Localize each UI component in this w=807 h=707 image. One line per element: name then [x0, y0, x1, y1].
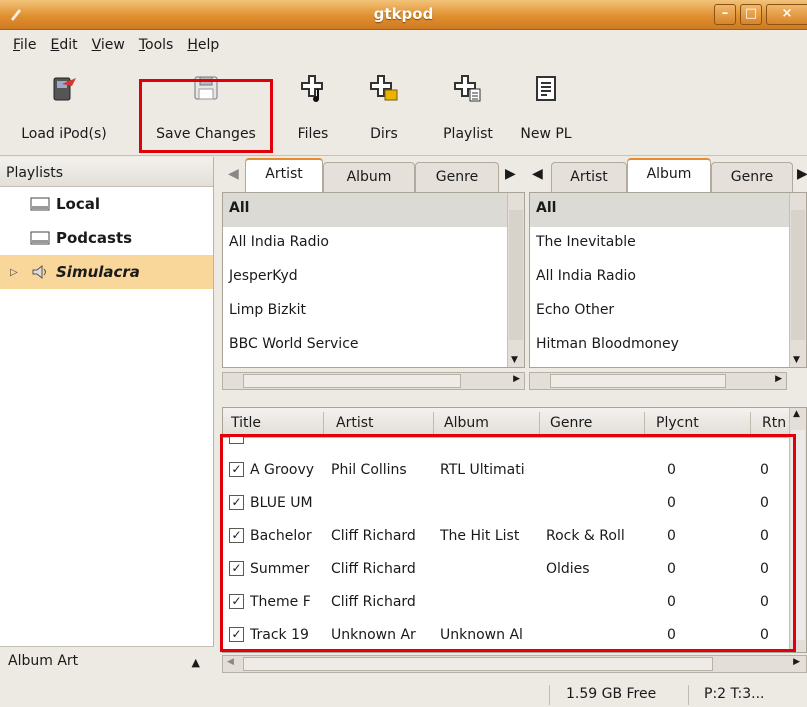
ipod-icon: [30, 197, 50, 211]
menu-tools[interactable]: Tools: [132, 37, 181, 53]
highlight-save-changes: [139, 79, 273, 153]
close-button[interactable]: ×: [766, 4, 807, 25]
column-title[interactable]: Title: [231, 415, 261, 431]
column-artist[interactable]: Artist: [336, 415, 374, 431]
add-files-icon: [301, 75, 323, 102]
minimize-button[interactable]: –: [714, 4, 736, 25]
list-item[interactable]: All: [223, 193, 524, 227]
playlist-podcasts[interactable]: Podcasts: [0, 221, 213, 255]
maximize-button[interactable]: □: [740, 4, 762, 25]
track-count-label: P:2 T:3...: [704, 686, 765, 702]
expander-icon[interactable]: ▷: [10, 267, 18, 278]
vertical-scrollbar[interactable]: ▼: [789, 193, 806, 367]
tracks-horizontal-scrollbar[interactable]: ◀ ▶: [222, 655, 807, 673]
tab-genre[interactable]: Genre: [711, 162, 793, 192]
collapse-arrow-icon: ▲: [191, 656, 200, 669]
ipod-load-icon: [53, 77, 76, 101]
list-item[interactable]: Hitman Bloodmoney: [530, 329, 806, 363]
tab-album[interactable]: Album: [323, 162, 415, 192]
list-item[interactable]: BBC World Service: [223, 329, 524, 363]
playlists-header: Playlists: [0, 157, 213, 187]
menu-view[interactable]: View: [85, 37, 132, 53]
ipod-icon: [30, 231, 50, 245]
tab-artist[interactable]: Artist: [551, 162, 627, 192]
horizontal-scrollbar[interactable]: ▶: [222, 372, 525, 390]
tab-scroll-right-icon[interactable]: ▶: [797, 166, 807, 182]
menu-bar: File Edit View Tools Help: [0, 30, 807, 60]
tab-artist[interactable]: Artist: [245, 158, 323, 192]
list-item[interactable]: Echo Other: [530, 295, 806, 329]
menu-edit[interactable]: Edit: [43, 37, 84, 53]
tab-scroll-left-icon[interactable]: ◀: [228, 166, 239, 182]
list-item[interactable]: All: [530, 193, 806, 227]
horizontal-scrollbar[interactable]: ▶: [529, 372, 787, 390]
title-bar: gtkpod – □ ×: [0, 0, 807, 30]
list-item[interactable]: The Inevitable: [530, 227, 806, 261]
tab-scroll-left-icon[interactable]: ◀: [532, 166, 543, 182]
vertical-scrollbar[interactable]: ▼: [507, 193, 524, 367]
playlist-local[interactable]: Local: [0, 187, 213, 221]
toolbar: Load iPod(s) Save Changes Files Dirs Pla…: [0, 60, 807, 156]
album-list: All The Inevitable All India Radio Echo …: [529, 192, 807, 368]
tab-album[interactable]: Album: [627, 158, 711, 192]
playlists-pane: Playlists Local Podcasts ▷ Simulacra Alb…: [0, 157, 214, 676]
list-item[interactable]: Limp Bizkit: [223, 295, 524, 329]
list-item[interactable]: JesperKyd: [223, 261, 524, 295]
tab-scroll-right-icon[interactable]: ▶: [505, 166, 516, 182]
list-item[interactable]: All India Radio: [530, 261, 806, 295]
add-playlist-icon: [454, 75, 481, 102]
column-album[interactable]: Album: [444, 415, 489, 431]
menu-file[interactable]: File: [6, 37, 43, 53]
album-art-expander[interactable]: Album Art ▲: [0, 646, 214, 676]
add-folder-icon: [370, 75, 398, 101]
free-space-label: 1.59 GB Free: [566, 686, 657, 702]
list-item[interactable]: All India Radio: [223, 227, 524, 261]
window-title: gtkpod: [373, 5, 434, 23]
highlight-tracks: [220, 434, 796, 652]
status-bar: 1.59 GB Free P:2 T:3...: [0, 683, 807, 707]
new-playlist-icon: [536, 76, 556, 101]
playlist-simulacra[interactable]: ▷ Simulacra: [0, 255, 213, 289]
tab-genre[interactable]: Genre: [415, 162, 499, 192]
column-genre[interactable]: Genre: [550, 415, 592, 431]
artist-list: All All India Radio JesperKyd Limp Bizki…: [222, 192, 525, 368]
column-rtn[interactable]: Rtn: [762, 415, 786, 431]
speaker-icon: [32, 265, 46, 279]
menu-help[interactable]: Help: [180, 37, 226, 53]
column-plycnt[interactable]: Plycnt: [656, 415, 699, 431]
